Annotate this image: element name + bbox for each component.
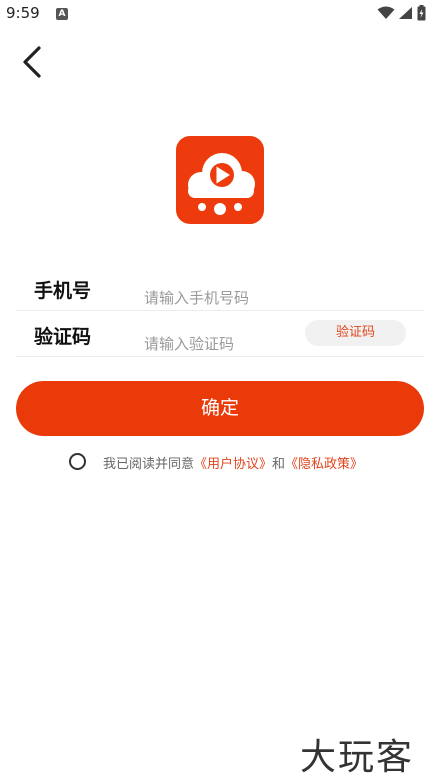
watermark: 大玩客 [300, 737, 415, 778]
signal-icon [399, 7, 412, 19]
privacy-policy-link[interactable]: 《隐私政策》 [285, 457, 363, 472]
phone-label: 手机号 [34, 280, 92, 302]
code-label: 验证码 [34, 326, 92, 348]
cloud-play-icon [188, 153, 255, 215]
confirm-button[interactable]: 确定 [16, 381, 424, 436]
agreement-prefix: 我已阅读并同意 [103, 457, 195, 472]
code-input[interactable] [144, 331, 304, 357]
notification-badge: A [56, 8, 68, 20]
code-row: 验证码 验证码 [16, 310, 424, 357]
agreement-and: 和 [272, 457, 286, 472]
phone-row: 手机号 [16, 263, 424, 311]
battery-icon [417, 5, 426, 21]
chevron-left-icon [23, 46, 41, 78]
wifi-icon [377, 6, 395, 19]
status-bar: 9:59 A [0, 0, 439, 28]
user-agreement-link[interactable]: 《用户协议》 [194, 457, 272, 472]
app-logo [176, 136, 264, 224]
status-time: 9:59 [6, 4, 40, 22]
agreement-text: 我已阅读并同意《用户协议》和《隐私政策》 [103, 453, 363, 472]
phone-input[interactable] [144, 285, 304, 311]
get-code-button[interactable]: 验证码 [305, 320, 406, 346]
agreement-checkbox[interactable] [69, 453, 86, 470]
back-button[interactable] [14, 42, 54, 82]
